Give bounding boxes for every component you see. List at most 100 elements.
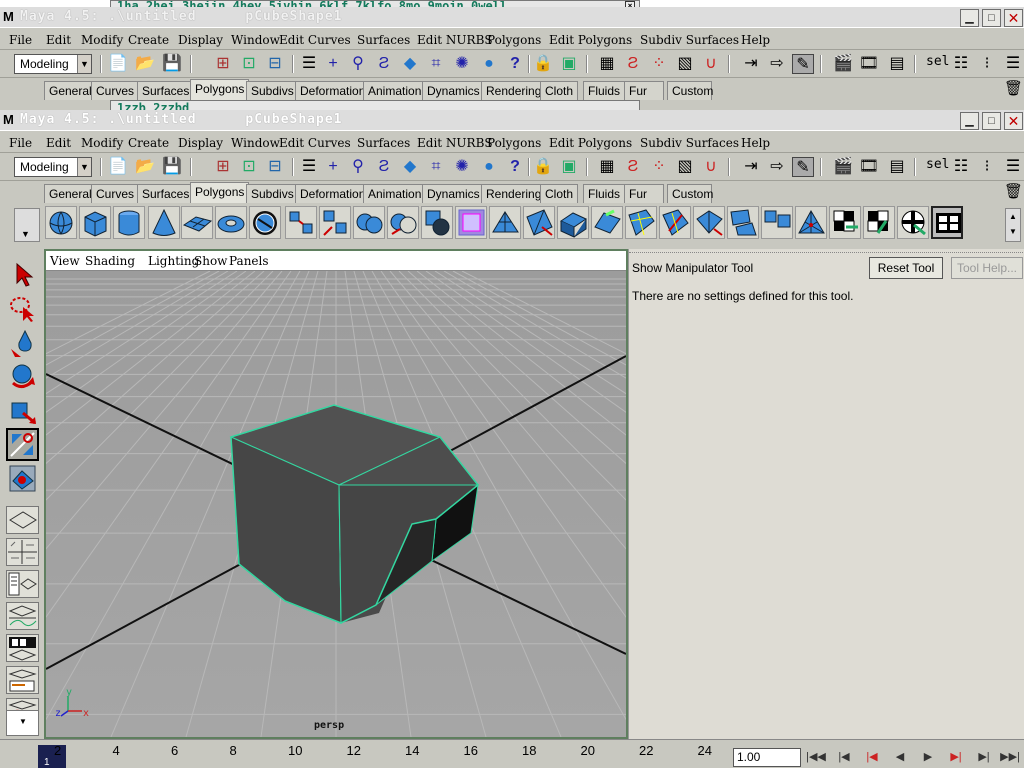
ipr-render-icon[interactable]: 🎞 (858, 157, 880, 177)
tab-subdivs[interactable]: Subdivs (246, 81, 299, 100)
highlight-selection-icon[interactable]: ▣ (558, 157, 580, 177)
dynamics-mask-icon[interactable]: ✺ (451, 54, 473, 74)
menu-edit[interactable]: Edit (46, 136, 71, 150)
mask-menu-icon[interactable]: ☰ (298, 54, 320, 74)
current-time-marker[interactable]: 1 (38, 745, 66, 768)
maximize-button[interactable]: □ (982, 112, 1001, 130)
menu-file[interactable]: File (9, 136, 32, 150)
input-output-icon[interactable]: ⇥ (740, 54, 762, 74)
snap-point-icon[interactable]: ⁘ (648, 157, 670, 177)
curve-mask-icon[interactable]: Ƨ (373, 157, 395, 177)
spherical-mapping-icon[interactable] (897, 206, 929, 239)
trash-icon[interactable]: 🗑 (1004, 81, 1023, 97)
select-component-icon[interactable]: ⊟ (264, 54, 286, 74)
layout-persp-graph-button[interactable] (6, 602, 39, 630)
save-scene-icon[interactable]: 💾 (161, 54, 183, 74)
save-scene-icon[interactable]: 💾 (161, 157, 183, 177)
make-live-icon[interactable]: ∪ (700, 157, 722, 177)
render-view-icon[interactable]: 🎬 (832, 54, 854, 74)
tab-general[interactable]: General (44, 184, 97, 203)
poly-cone-icon[interactable] (148, 206, 180, 239)
menu-help[interactable]: Help (741, 33, 770, 47)
dynamics-mask-icon[interactable]: ✺ (451, 157, 473, 177)
panel-menu-lighting[interactable]: Lighting (148, 254, 199, 268)
channel-box-icon[interactable]: ☰ (1002, 157, 1024, 177)
separate-icon[interactable] (319, 206, 351, 239)
tab-curves[interactable]: Curves (91, 81, 140, 100)
tab-surfaces[interactable]: Surfaces (137, 81, 195, 100)
snap-point-icon[interactable]: ⁘ (648, 54, 670, 74)
triangulate-icon[interactable] (489, 206, 521, 239)
panel-menu-view[interactable]: View (50, 254, 80, 268)
channel-box-icon[interactable]: ☰ (1002, 54, 1024, 74)
show-manipulator-tool-icon[interactable] (6, 428, 39, 461)
layout-four-pane-button[interactable] (6, 538, 39, 566)
menu-edit-polygons[interactable]: Edit Polygons (549, 136, 632, 150)
menu-edit-nurbs[interactable]: Edit NURBS (417, 33, 493, 47)
tool-settings-icon[interactable]: ⁝ (976, 54, 998, 74)
boolean-difference-icon[interactable] (387, 206, 419, 239)
shelf-scrollbar[interactable]: ▲ ▼ (1005, 208, 1021, 242)
go-to-end-icon[interactable]: ▶▶| (1000, 749, 1020, 765)
tab-rendering[interactable]: Rendering (481, 184, 547, 203)
play-backwards-icon[interactable]: ◀ (890, 749, 910, 765)
snap-grid-icon[interactable]: ▦ (596, 157, 618, 177)
tab-dynamics[interactable]: Dynamics (422, 81, 485, 100)
collapse-icon[interactable] (761, 206, 793, 239)
tab-animation[interactable]: Animation (363, 81, 427, 100)
menu-modify[interactable]: Modify (81, 33, 123, 47)
lock-selection-icon[interactable]: 🔒 (532, 157, 554, 177)
menu-edit-curves[interactable]: Edit Curves (279, 33, 351, 47)
menu-modify[interactable]: Modify (81, 136, 123, 150)
menu-window[interactable]: Window (231, 33, 280, 47)
tab-deformation[interactable]: Deformation (295, 81, 371, 100)
tab-animation[interactable]: Animation (363, 184, 427, 203)
mode-select[interactable]: Modeling ▼ (14, 54, 92, 74)
tab-polygons[interactable]: Polygons (190, 79, 250, 100)
menu-edit-curves[interactable]: Edit Curves (279, 136, 351, 150)
tab-cloth[interactable]: Cloth (540, 81, 579, 100)
select-object-icon[interactable]: ⊡ (238, 54, 260, 74)
ipr-render-icon[interactable]: 🎞 (858, 54, 880, 74)
poly-plane-icon[interactable] (181, 206, 213, 239)
menu-subdiv-surfaces[interactable]: Subdiv Surfaces (640, 136, 739, 150)
menu-surfaces[interactable]: Surfaces (357, 33, 410, 47)
close-button[interactable]: ✕ (1004, 112, 1023, 130)
tab-rendering[interactable]: Rendering (481, 81, 547, 100)
snap-curve-icon[interactable]: Ƨ (622, 54, 644, 74)
menu-subdiv-surfaces[interactable]: Subdiv Surfaces (640, 33, 739, 47)
tab-polygons[interactable]: Polygons (190, 182, 250, 203)
panel-menu-show[interactable]: Show (194, 254, 227, 268)
layout-hypershade-button[interactable] (6, 634, 39, 662)
history-toggle-icon[interactable]: ✎ (792, 54, 814, 74)
current-frame-field[interactable]: 1.00 (733, 748, 801, 767)
boolean-intersection-icon[interactable] (421, 206, 453, 239)
tool-settings-icon[interactable]: ⁝ (976, 157, 998, 177)
select-hierarchy-icon[interactable]: ⊞ (212, 157, 234, 177)
wedge-faces-icon[interactable] (693, 206, 725, 239)
menu-create[interactable]: Create (128, 136, 169, 150)
extrude-edge-icon[interactable] (591, 206, 623, 239)
close-button[interactable]: ✕ (1004, 9, 1023, 27)
select-object-icon[interactable]: ⊡ (238, 157, 260, 177)
shelf-menu-button[interactable]: ▼ (14, 208, 40, 242)
rotate-tool-icon[interactable] (6, 360, 39, 393)
render-globals-icon[interactable]: ▤ (886, 157, 908, 177)
tab-deformation[interactable]: Deformation (295, 184, 371, 203)
rendering-mask-icon[interactable]: ● (478, 157, 500, 177)
layout-dropdown-button[interactable]: ▼ (6, 710, 39, 736)
surface-mask-icon[interactable]: ◆ (399, 54, 421, 74)
tab-curves[interactable]: Curves (91, 184, 140, 203)
cylindrical-mapping-icon[interactable] (863, 206, 895, 239)
joint-mask-icon[interactable]: ⚲ (347, 54, 369, 74)
menu-polygons[interactable]: Polygons (487, 136, 541, 150)
snap-view-plane-icon[interactable]: ▧ (674, 54, 696, 74)
highlight-selection-icon[interactable]: ▣ (558, 54, 580, 74)
step-forward-key-icon[interactable]: ▶| (946, 749, 966, 765)
tab-custom[interactable]: Custom (667, 81, 713, 100)
step-forward-frame-icon[interactable]: ▶| (974, 749, 994, 765)
minimize-button[interactable]: ▁ (960, 112, 979, 130)
poly-cylinder-icon[interactable] (113, 206, 145, 239)
snap-curve-icon[interactable]: Ƨ (622, 157, 644, 177)
render-view-icon[interactable]: 🎬 (832, 157, 854, 177)
